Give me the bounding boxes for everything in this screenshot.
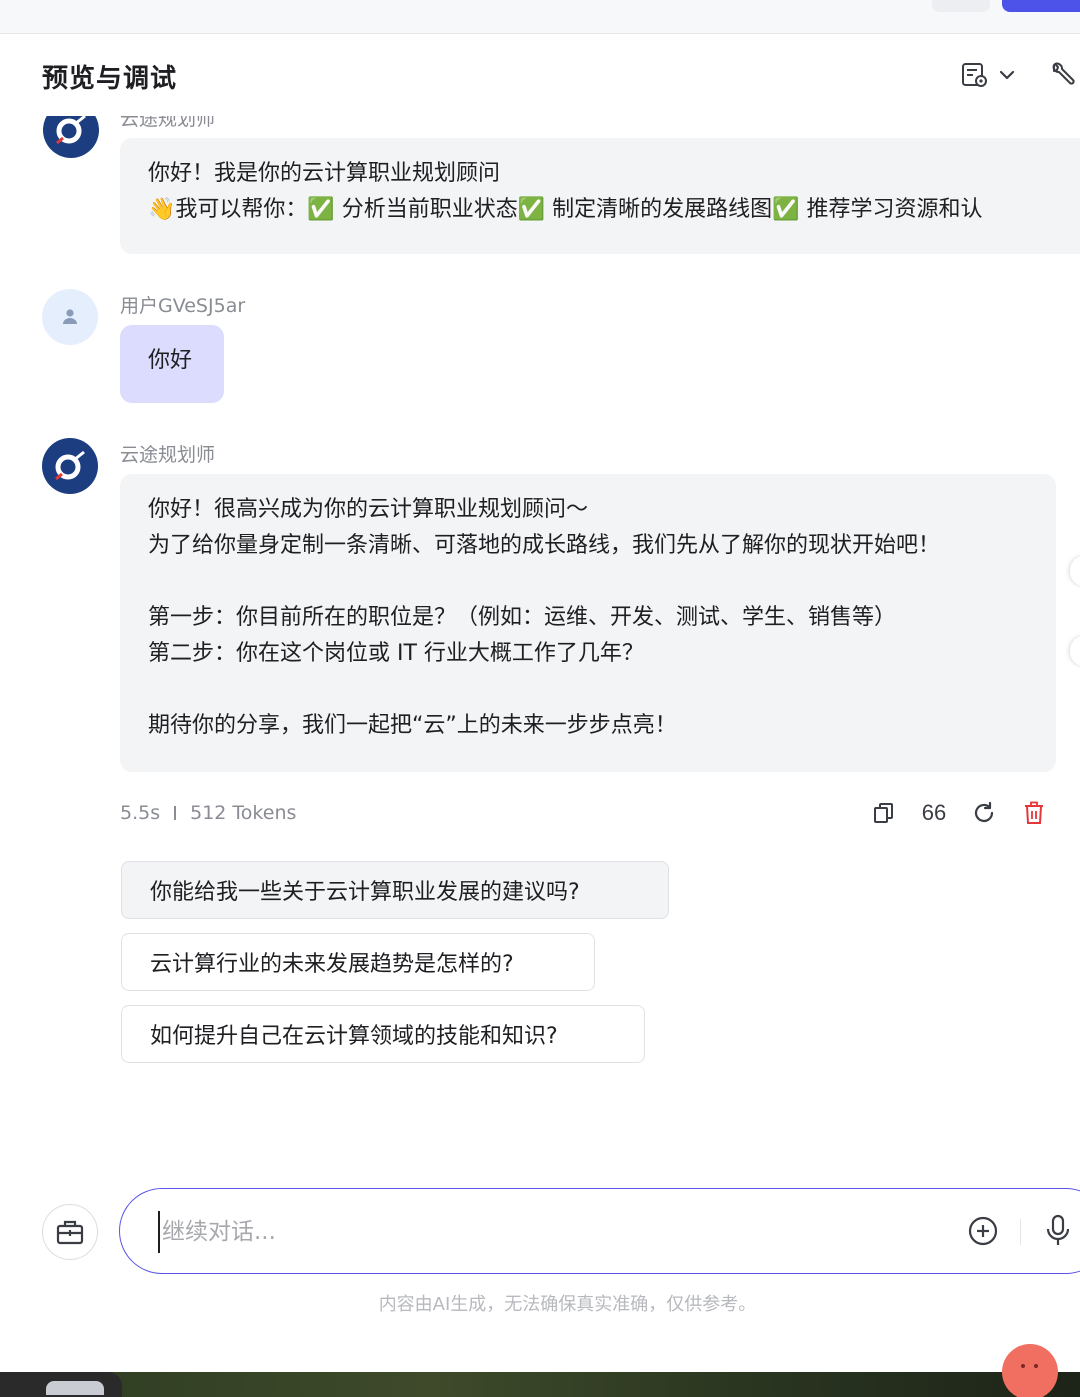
- response-time: 5.5s: [120, 802, 161, 824]
- refresh-icon: [974, 801, 994, 822]
- display-mode-button[interactable]: [956, 58, 1022, 92]
- suggested-question[interactable]: 如何提升自己在云计算领域的技能和知识?: [121, 1005, 645, 1063]
- desktop-taskbar: [0, 1372, 1080, 1397]
- toolbar-primary-button[interactable]: [1002, 0, 1080, 12]
- mascot-eye: [1021, 1364, 1025, 1368]
- copy-button[interactable]: [870, 799, 898, 827]
- toolkit-button[interactable]: [42, 1204, 98, 1260]
- toolbox-icon: [56, 1220, 84, 1245]
- voice-input-button[interactable]: [1042, 1212, 1074, 1250]
- app-icon: [46, 1381, 104, 1395]
- quote-icon: 66: [921, 800, 947, 825]
- top-toolbar: [0, 0, 1080, 34]
- message-line: 第一步：你目前所在的职位是？（例如：运维、开发、测试、学生、销售等）: [148, 605, 897, 630]
- dock-app[interactable]: [0, 1372, 122, 1397]
- response-meta: 5.5s 512 Tokens: [120, 802, 296, 824]
- message-line: 你好！我是你的云计算职业规划顾问: [148, 161, 501, 186]
- mascot-eye: [1034, 1364, 1038, 1368]
- bot-logo-icon: [55, 450, 85, 481]
- plus-circle-icon: [968, 1216, 998, 1246]
- bot-message-bubble: 你好！很高兴成为你的云计算职业规划顾问～ 为了给你量身定制一条清晰、可落地的成长…: [120, 474, 1056, 772]
- microphone-icon: [1046, 1214, 1070, 1245]
- token-count: 512 Tokens: [190, 802, 297, 824]
- debug-tools-button[interactable]: [1044, 58, 1080, 92]
- layout-settings-icon: [962, 63, 987, 87]
- bot-avatar: [43, 116, 99, 158]
- copy-icon: [874, 803, 893, 823]
- quote-button[interactable]: 66: [920, 799, 948, 827]
- input-divider: [1020, 1219, 1021, 1245]
- bot-logo-icon: [56, 116, 86, 145]
- chat-input[interactable]: [158, 1211, 918, 1253]
- meta-separator: [174, 806, 177, 820]
- bot-message-bubble: 你好！我是你的云计算职业规划顾问 👋我可以帮你：✅ 分析当前职业状态✅ 制定清晰…: [120, 138, 1080, 254]
- message-line: 👋我可以帮你：✅ 分析当前职业状态✅ 制定清晰的发展路线图✅ 推荐学习资源和认: [148, 197, 983, 222]
- message-line: 你好！很高兴成为你的云计算职业规划顾问～: [148, 497, 589, 522]
- page-title: 预览与调试: [42, 64, 178, 94]
- user-avatar: [42, 289, 98, 345]
- message-actions: 66: [870, 799, 1048, 827]
- toolbar-secondary-button[interactable]: [932, 0, 990, 12]
- delete-button[interactable]: [1020, 799, 1048, 827]
- suggested-question[interactable]: 你能给我一些关于云计算职业发展的建议吗?: [121, 861, 669, 919]
- bot-avatar: [42, 438, 98, 494]
- message-text: 你好: [148, 348, 193, 373]
- regenerate-button[interactable]: [970, 799, 998, 827]
- message-line: 为了给你量身定制一条清晰、可落地的成长路线，我们先从了解你的现状开始吧！: [148, 533, 941, 558]
- panel-header: 预览与调试: [0, 34, 1080, 116]
- message-line: 第二步：你在这个岗位或 IT 行业大概工作了几年？: [148, 641, 644, 666]
- trash-icon: [1025, 801, 1043, 824]
- wrench-icon: [1052, 62, 1075, 85]
- ai-disclaimer: 内容由AI生成，无法确保真实准确，仅供参考。: [378, 1294, 757, 1315]
- message-sender: 云途规划师: [120, 116, 216, 130]
- message-line: 期待你的分享，我们一起把“云”上的未来一步步点亮！: [148, 713, 677, 738]
- add-attachment-button[interactable]: [966, 1214, 1000, 1248]
- suggested-question[interactable]: 云计算行业的未来发展趋势是怎样的?: [121, 933, 595, 991]
- user-icon: [63, 309, 77, 324]
- chat-input-box: [119, 1188, 1080, 1274]
- assistant-floating-button[interactable]: [1002, 1344, 1058, 1397]
- chevron-down-icon: [999, 70, 1015, 80]
- message-sender: 云途规划师: [120, 444, 216, 466]
- chat-history[interactable]: 云途规划师 你好！我是你的云计算职业规划顾问 👋我可以帮你：✅ 分析当前职业状态…: [0, 116, 1080, 1176]
- app-window: 预览与调试 云途规划师 你好！我是你的云计算职业规划顾问 👋我可以帮你：✅ 分析…: [0, 0, 1080, 1397]
- user-message-bubble: 你好: [120, 325, 224, 403]
- message-sender: 用户GVeSJ5ar: [120, 295, 246, 317]
